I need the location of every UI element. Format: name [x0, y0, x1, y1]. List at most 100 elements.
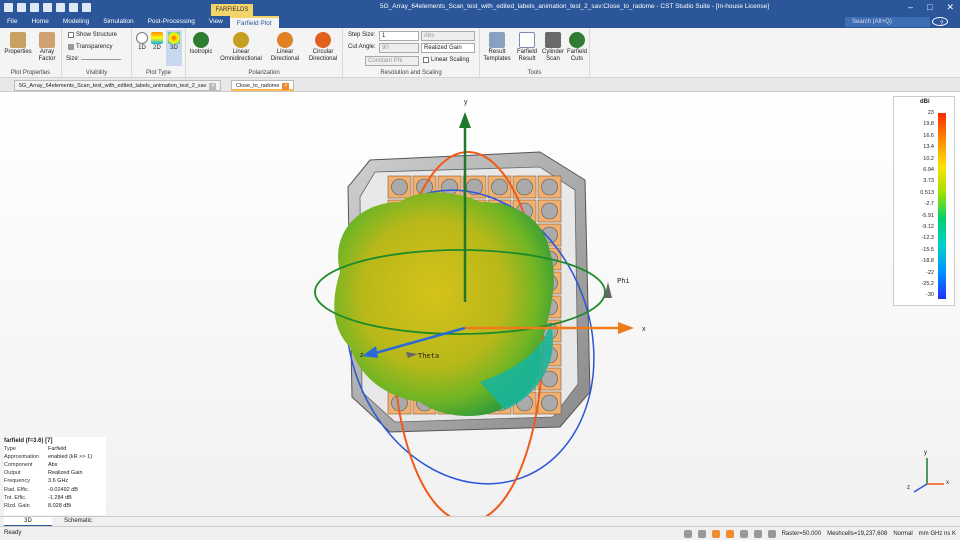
save-all-icon[interactable] — [43, 3, 52, 12]
fit-icon[interactable] — [697, 530, 706, 538]
constant-phi-select[interactable]: Constant Phi — [365, 56, 419, 66]
menu-home[interactable]: Home — [24, 16, 55, 28]
triad-x-label: x — [946, 480, 949, 486]
info-row: Type Farfield — [4, 445, 106, 453]
open-icon[interactable] — [17, 3, 26, 12]
menu-farfield-plot[interactable]: Farfield Plot — [229, 16, 279, 28]
farfield-cuts-button[interactable]: Farfield Cuts — [566, 32, 588, 63]
group-visibility: Show Structure Transparency Size: Visibi… — [62, 28, 132, 78]
linear-directional-button[interactable]: Linear Directional — [268, 32, 302, 63]
plot-3d-button[interactable]: 3D — [166, 30, 182, 66]
info-value: enabled (kR >> 1) — [48, 454, 93, 461]
legend-tick: 0.513 — [920, 189, 934, 196]
cuts-icon — [569, 32, 585, 48]
menu-bar: File Home Modeling Simulation Post-Proce… — [0, 16, 960, 28]
search-input[interactable]: Search (Alt+Q) — [845, 17, 930, 27]
array-factor-button[interactable]: Array Factor — [34, 32, 60, 63]
minimize-icon[interactable]: – — [908, 2, 913, 13]
linear-scaling-checkbox[interactable]: Linear Scaling — [423, 57, 469, 63]
close-icon[interactable]: ✕ — [946, 2, 954, 13]
output-select[interactable]: Realized Gain — [421, 43, 475, 53]
info-key: Tot. Effic. — [4, 494, 27, 501]
polar-icon — [136, 32, 148, 44]
legend-tick: -15.5 — [921, 246, 934, 253]
plot-2d-button[interactable]: 2D — [150, 32, 164, 52]
units-value: mm GHz ns K — [918, 531, 956, 537]
grid-icon[interactable] — [753, 530, 762, 538]
patch-element — [541, 394, 558, 412]
window-title: 5G_Array_64elements_Scan_test_with_edite… — [380, 3, 770, 10]
y-axis-label: y — [464, 99, 468, 106]
info-title: farfield (f=3.6) [7] — [4, 438, 53, 444]
patch-element — [541, 202, 558, 220]
plot-1d-button[interactable]: 1D — [135, 32, 149, 52]
sphere-icon — [193, 32, 209, 48]
transparency-dropdown[interactable]: Transparency — [68, 44, 112, 50]
undo-icon[interactable] — [69, 3, 78, 12]
menu-simulation[interactable]: Simulation — [96, 16, 140, 28]
y-axis-arrow — [459, 112, 471, 128]
legend-tick: 23 — [927, 110, 934, 116]
save-icon[interactable] — [30, 3, 39, 12]
result-templates-button[interactable]: Result Templates — [482, 32, 512, 63]
redo-icon[interactable] — [82, 3, 91, 12]
array-icon — [39, 32, 55, 48]
show-structure-checkbox[interactable]: Show Structure — [68, 32, 117, 38]
legend-tick: -2.7 — [924, 201, 934, 208]
info-row: Frequency 3.6 GHz — [4, 477, 106, 485]
info-row: Tot. Effic. -1.284 dB — [4, 494, 106, 502]
linear-omni-button[interactable]: Linear Omnidirectional — [216, 32, 266, 63]
info-value: -1.284 dB — [48, 494, 72, 501]
menu-view[interactable]: View — [202, 16, 230, 28]
component-select[interactable]: Abs — [421, 31, 475, 41]
legend-tick: 6.94 — [923, 167, 934, 173]
info-key: Output — [4, 470, 21, 477]
pan-icon[interactable] — [711, 530, 720, 538]
legend-tick: 13.4 — [923, 144, 934, 151]
doc-tab-close-to-radome[interactable]: Close_to_radome × — [231, 80, 295, 91]
menu-modeling[interactable]: Modeling — [56, 16, 96, 28]
properties-button[interactable]: Properties — [4, 32, 32, 56]
farfield-result-button[interactable]: Farfield Result — [514, 32, 540, 63]
menu-post-processing[interactable]: Post-Processing — [141, 16, 202, 28]
legend-tick: -25.2 — [921, 281, 934, 287]
circular-directional-button[interactable]: Circular Directional — [304, 32, 342, 63]
print-icon[interactable] — [56, 3, 65, 12]
legend-tick: 16.6 — [923, 132, 934, 139]
size-slider[interactable]: Size: — [66, 56, 122, 62]
cut-angle-field[interactable]: 90 — [379, 43, 419, 53]
info-value: 8.028 dBi — [48, 502, 72, 509]
maximize-icon[interactable]: □ — [927, 2, 932, 13]
mode-value: Normal — [893, 531, 913, 537]
close-tab-icon[interactable]: × — [209, 83, 217, 90]
rotate-icon[interactable] — [725, 530, 734, 538]
legend-tick: -5.91 — [921, 212, 934, 219]
wcs-icon[interactable] — [767, 530, 776, 538]
cylinder-scan-button[interactable]: Cylinder Scan — [540, 32, 566, 63]
info-row: Rlzd. Gain 8.028 dBi — [4, 502, 106, 510]
info-key: Frequency — [4, 478, 30, 485]
info-key: Rlzd. Gain — [4, 502, 30, 509]
close-tab-icon[interactable]: × — [282, 83, 290, 90]
step-size-label: Step Size: — [348, 32, 376, 38]
z-axis-label: z — [360, 352, 364, 359]
info-value: Abs — [48, 462, 58, 469]
info-key: Rad. Effic. — [4, 486, 30, 493]
step-size-field[interactable]: 1 — [379, 31, 419, 41]
color-legend: dBi 23 19.8 16.6 13.4 10.2 6.94 3.73 0.513 -2.7 -… — [893, 96, 955, 306]
view-icon[interactable] — [739, 530, 748, 538]
patch-element — [491, 178, 508, 196]
theta-label: Theta — [418, 352, 440, 360]
3d-viewport[interactable]: y x z Phi Theta y x z — [0, 92, 960, 516]
isotropic-button[interactable]: Isotropic — [188, 32, 214, 56]
properties-icon — [10, 32, 26, 48]
x-axis-arrow — [618, 322, 634, 334]
legend-tick: -18.8 — [921, 258, 934, 265]
doc-tab-project[interactable]: 5G_Array_64elements_Scan_test_with_edite… — [14, 80, 222, 91]
menu-file[interactable]: File — [0, 16, 25, 28]
zoom-icon[interactable] — [683, 530, 692, 538]
legend-tick: -30 — [926, 292, 934, 299]
new-icon[interactable] — [4, 3, 13, 12]
help-icon[interactable]: ? — [932, 17, 948, 27]
document-tab-bar: 5G_Array_64elements_Scan_test_with_edite… — [0, 78, 960, 92]
